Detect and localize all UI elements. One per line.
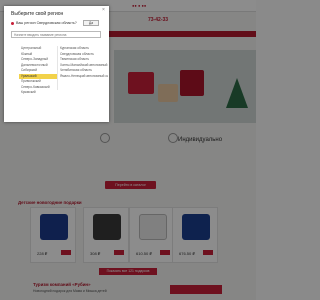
region-question: Ваш регион Свердловская область? Да bbox=[11, 20, 101, 26]
federal-district-list: Центральный Южный Северо-Западный Дальне… bbox=[19, 46, 57, 96]
region-search-input[interactable] bbox=[11, 31, 101, 38]
region-question-text: Ваш регион Свердловская область? bbox=[16, 21, 77, 25]
modal-title: Выберите свой регион bbox=[11, 11, 64, 17]
region-modal: Выберите свой регион × Ваш регион Свердл… bbox=[4, 6, 109, 122]
federal-district-item[interactable]: Крымский bbox=[19, 90, 57, 96]
region-list: Курганская область Свердловская область … bbox=[60, 46, 108, 79]
location-icon bbox=[11, 22, 14, 25]
confirm-region-button[interactable]: Да bbox=[83, 20, 99, 26]
region-item[interactable]: Ямало-Ненецкий автономный округ bbox=[60, 74, 108, 80]
list-divider bbox=[57, 46, 58, 90]
close-icon[interactable]: × bbox=[102, 8, 105, 13]
